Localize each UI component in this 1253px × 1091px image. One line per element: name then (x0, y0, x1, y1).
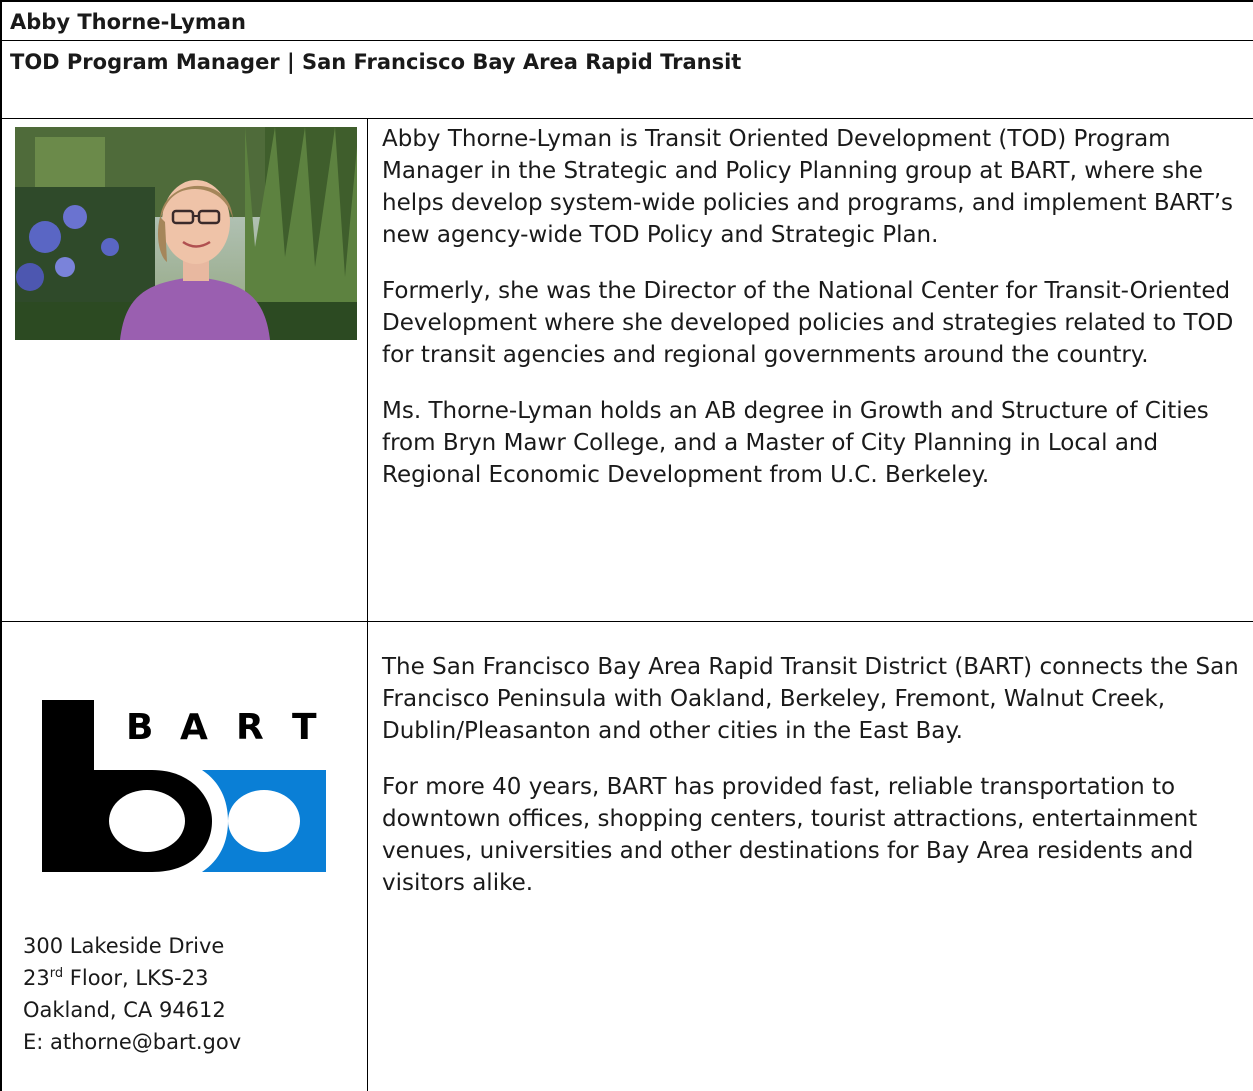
bio-section: Abby Thorne-Lyman is Transit Oriented De… (382, 123, 1244, 515)
logo-letter-b: B (126, 707, 153, 748)
org-about-paragraph: For more 40 years, BART has provided fas… (382, 774, 1198, 896)
bio-paragraph: Abby Thorne-Lyman is Transit Oriented De… (382, 126, 1234, 248)
border-row-divider (0, 621, 1253, 622)
floor-ordinal: rd (49, 966, 64, 981)
address-email[interactable]: E: athorne@bart.gov (23, 1026, 241, 1058)
org-about-paragraph: The San Francisco Bay Area Rapid Transit… (382, 654, 1239, 744)
address-street: 300 Lakeside Drive (23, 934, 225, 958)
border-column-divider (367, 118, 368, 1091)
org-about-section: The San Francisco Bay Area Rapid Transit… (382, 651, 1244, 923)
address-city: Oakland, CA 94612 (23, 998, 226, 1022)
border-header-bottom (0, 118, 1253, 119)
logo-letter-a: A (180, 707, 208, 748)
address-floor: 23rd Floor, LKS-23 (23, 966, 209, 990)
border-left (0, 0, 2, 1091)
bart-logo: B A R T (42, 700, 326, 876)
profile-sheet: Abby Thorne-Lyman TOD Program Manager | … (0, 0, 1253, 1091)
logo-letter-t: T (292, 707, 317, 748)
bio-paragraph: Ms. Thorne-Lyman holds an AB degree in G… (382, 398, 1209, 488)
bio-paragraph: Formerly, she was the Director of the Na… (382, 278, 1234, 368)
border-name-divider (0, 40, 1253, 41)
logo-letter-r: R (236, 707, 264, 748)
person-title: TOD Program Manager | San Francisco Bay … (10, 50, 742, 74)
address-block: 300 Lakeside Drive 23rd Floor, LKS-23 Oa… (23, 930, 241, 1058)
person-name: Abby Thorne-Lyman (10, 10, 246, 34)
border-top (0, 0, 1253, 2)
portrait-photo (15, 127, 357, 340)
